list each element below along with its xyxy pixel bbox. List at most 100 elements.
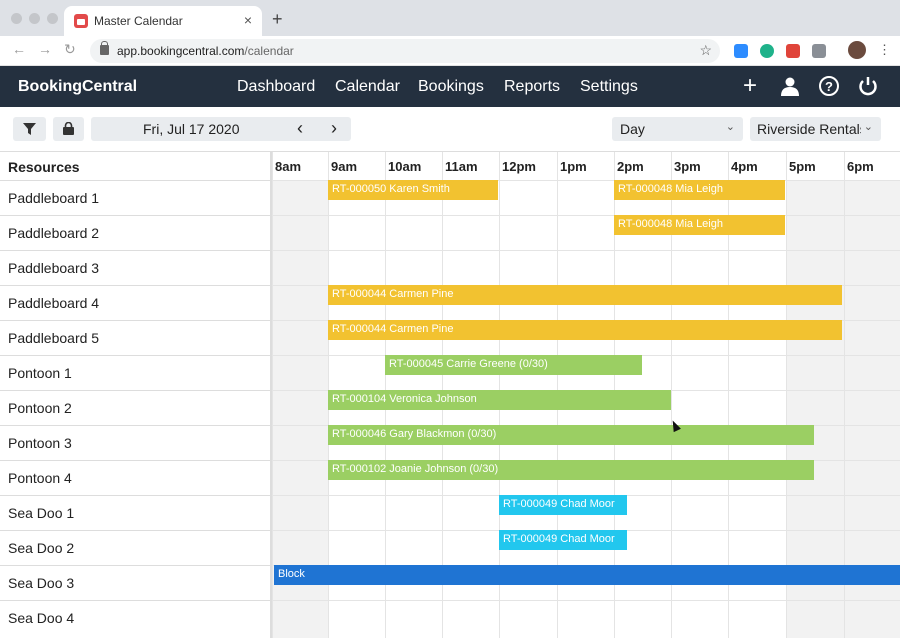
filter-icon <box>23 123 36 135</box>
brand-logo[interactable]: BookingCentral <box>18 78 137 96</box>
time-header: 8am <box>275 159 302 174</box>
view-select-value: Day <box>620 121 645 137</box>
nav-dashboard[interactable]: Dashboard <box>237 78 315 96</box>
time-header: 11am <box>445 159 478 174</box>
tab-title: Master Calendar <box>94 14 183 28</box>
resource-label: Paddleboard 5 <box>8 330 100 346</box>
calendar-favicon-icon <box>74 14 88 28</box>
lock-button[interactable] <box>53 117 84 141</box>
prev-day-icon[interactable]: ‹ <box>297 118 303 139</box>
browser-tab[interactable]: Master Calendar × <box>64 6 262 36</box>
tab-close-icon[interactable]: × <box>244 12 252 28</box>
resource-row[interactable]: Paddleboard 4 <box>0 285 270 320</box>
grammar-extension-icon[interactable] <box>760 44 774 58</box>
resource-row[interactable]: Sea Doo 2 <box>0 530 270 565</box>
resource-label: Sea Doo 1 <box>8 505 75 521</box>
booking-event[interactable]: RT-000044 Carmen Pine <box>328 320 842 340</box>
view-select[interactable]: Day ⌄ <box>612 117 743 141</box>
reload-icon[interactable]: ↻ <box>64 41 76 58</box>
date-navigator: Fri, Jul 17 2020 ‹ › <box>91 117 351 141</box>
nav-bookings[interactable]: Bookings <box>418 78 484 96</box>
booking-event[interactable]: RT-000049 Chad Moor <box>499 495 627 515</box>
window-zoom-dot[interactable] <box>47 13 58 24</box>
resource-label: Pontoon 2 <box>8 400 72 416</box>
user-icon[interactable] <box>780 76 800 96</box>
nav-settings[interactable]: Settings <box>580 78 638 96</box>
window-close-dot[interactable] <box>11 13 22 24</box>
record-extension-icon[interactable] <box>786 44 800 58</box>
resource-label: Pontoon 4 <box>8 470 72 486</box>
profile-avatar[interactable] <box>848 41 866 59</box>
resource-column: Resources Paddleboard 1 Paddleboard 2 Padd… <box>0 152 272 638</box>
resource-label: Paddleboard 2 <box>8 225 100 241</box>
browser-tab-bar: Master Calendar × + <box>0 0 900 36</box>
power-icon[interactable] <box>857 75 879 97</box>
block-event[interactable]: Block <box>274 565 900 585</box>
booking-event[interactable]: RT-000048 Mia Leigh <box>614 180 785 200</box>
nav-reports[interactable]: Reports <box>504 78 560 96</box>
time-header: 6pm <box>847 159 874 174</box>
time-header: 1pm <box>560 159 587 174</box>
time-header: 5pm <box>789 159 816 174</box>
time-header: 4pm <box>731 159 758 174</box>
camera-extension-icon[interactable] <box>812 44 826 58</box>
booking-event[interactable]: RT-000104 Veronica Johnson <box>328 390 671 410</box>
resource-label: Sea Doo 3 <box>8 575 75 591</box>
location-select[interactable]: Riverside Rentals ⌄ <box>750 117 881 141</box>
app-navbar: BookingCentral Dashboard Calendar Bookin… <box>0 66 900 107</box>
browser-menu-icon[interactable]: ⋮ <box>878 42 891 58</box>
current-date[interactable]: Fri, Jul 17 2020 <box>143 121 240 137</box>
url-text: app.bookingcentral.com/calendar <box>117 44 294 58</box>
resource-label: Paddleboard 3 <box>8 260 100 276</box>
resource-row[interactable]: Sea Doo 4 <box>0 600 270 635</box>
resource-row[interactable]: Paddleboard 5 <box>0 320 270 355</box>
nav-calendar[interactable]: Calendar <box>335 78 400 96</box>
resource-row[interactable]: Paddleboard 1 <box>0 180 270 215</box>
resource-label: Paddleboard 4 <box>8 295 100 311</box>
next-day-icon[interactable]: › <box>331 118 337 139</box>
booking-event[interactable]: RT-000050 Karen Smith <box>328 180 498 200</box>
location-select-value: Riverside Rentals <box>757 121 861 137</box>
resources-header: Resources <box>8 159 80 175</box>
filter-button[interactable] <box>13 117 46 141</box>
chevron-down-icon: ⌄ <box>863 120 873 133</box>
lock-icon <box>100 41 109 55</box>
resource-label: Pontoon 1 <box>8 365 72 381</box>
forward-arrow-icon[interactable]: → <box>38 41 52 57</box>
resource-row[interactable]: Paddleboard 3 <box>0 250 270 285</box>
row-divider <box>272 250 900 251</box>
bookmark-star-icon[interactable]: ☆ <box>699 42 712 59</box>
help-icon[interactable]: ? <box>818 75 840 97</box>
row-divider <box>272 600 900 601</box>
address-bar[interactable]: app.bookingcentral.com/calendar ☆ <box>90 39 720 63</box>
new-tab-icon[interactable]: + <box>272 9 283 30</box>
resource-row[interactable]: Pontoon 2 <box>0 390 270 425</box>
resource-row[interactable]: Pontoon 4 <box>0 460 270 495</box>
resource-row[interactable]: Sea Doo 1 <box>0 495 270 530</box>
booking-event[interactable]: RT-000046 Gary Blackmon (0/30) <box>328 425 814 445</box>
window-minimize-dot[interactable] <box>29 13 40 24</box>
booking-event[interactable]: RT-000048 Mia Leigh <box>614 215 785 235</box>
lock-icon <box>63 122 74 135</box>
resource-row[interactable]: Paddleboard 2 <box>0 215 270 250</box>
resource-row[interactable]: Pontoon 3 <box>0 425 270 460</box>
row-divider <box>272 215 900 216</box>
booking-event[interactable]: RT-000044 Carmen Pine <box>328 285 842 305</box>
resource-row[interactable]: Sea Doo 3 <box>0 565 270 600</box>
resource-label: Pontoon 3 <box>8 435 72 451</box>
booking-event[interactable]: RT-000049 Chad Moor <box>499 530 627 550</box>
svg-text:?: ? <box>825 79 833 94</box>
time-header: 9am <box>331 159 358 174</box>
time-header: 12pm <box>502 159 536 174</box>
resource-row[interactable]: Pontoon 1 <box>0 355 270 390</box>
booking-event[interactable]: RT-000102 Joanie Johnson (0/30) <box>328 460 814 480</box>
zoom-extension-icon[interactable] <box>734 44 748 58</box>
resource-label: Paddleboard 1 <box>8 190 100 206</box>
plus-icon[interactable]: + <box>743 72 757 100</box>
resource-label: Sea Doo 2 <box>8 540 75 556</box>
time-header: 2pm <box>617 159 644 174</box>
back-arrow-icon[interactable]: ← <box>12 41 26 57</box>
booking-event[interactable]: RT-000045 Carrie Greene (0/30) <box>385 355 642 375</box>
calendar-grid: Resources Paddleboard 1 Paddleboard 2 Padd… <box>0 151 900 638</box>
time-header: 10am <box>388 159 422 174</box>
